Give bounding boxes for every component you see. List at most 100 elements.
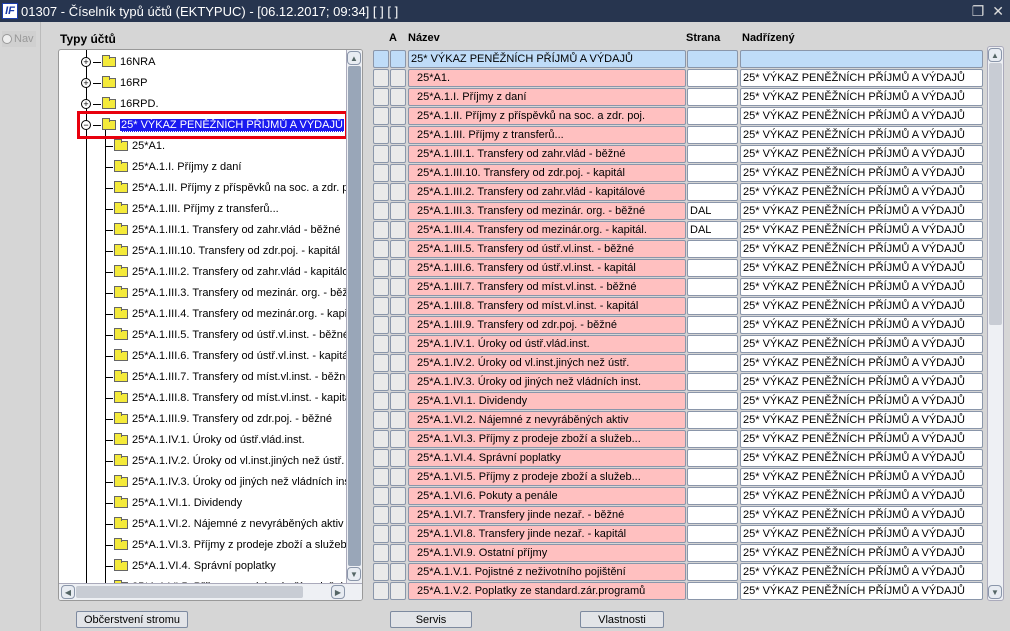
active-checkbox[interactable] [390, 506, 406, 524]
row-selector[interactable] [373, 316, 389, 334]
table-row[interactable]: 25*A.1.VI.3. Příjmy z prodeje zboží a sl… [373, 430, 983, 448]
active-checkbox[interactable] [390, 316, 406, 334]
tree-vertical-scrollbar[interactable]: ▲ ▼ [346, 50, 362, 583]
scroll-thumb[interactable] [989, 63, 1002, 325]
name-cell[interactable]: 25*A.1.I. Příjmy z daní [408, 88, 686, 106]
row-selector[interactable] [373, 107, 389, 125]
parent-cell[interactable]: 25* VÝKAZ PENĚŽNÍCH PŘÍJMŮ A VÝDAJŮ [740, 544, 983, 562]
row-selector[interactable] [373, 525, 389, 543]
tree-node[interactable]: 25*A.1.IV.1. Úroky od ústř.vlád.inst. [105, 430, 305, 450]
parent-cell[interactable]: 25* VÝKAZ PENĚŽNÍCH PŘÍJMŮ A VÝDAJŮ [740, 354, 983, 372]
active-checkbox[interactable] [390, 411, 406, 429]
side-cell[interactable] [687, 392, 738, 410]
name-cell[interactable]: 25*A.1.VI.4. Správní poplatky [408, 449, 686, 467]
expand-icon[interactable]: + [81, 99, 91, 109]
active-checkbox[interactable] [390, 487, 406, 505]
close-icon[interactable]: ✕ [992, 3, 1004, 20]
name-cell[interactable]: 25*A.1.IV.3. Úroky od jiných než vládníc… [408, 373, 686, 391]
tree-node[interactable]: 25*A.1.VI.1. Dividendy [105, 493, 242, 513]
parent-cell[interactable]: 25* VÝKAZ PENĚŽNÍCH PŘÍJMŮ A VÝDAJŮ [740, 449, 983, 467]
active-checkbox[interactable] [390, 468, 406, 486]
parent-cell[interactable]: 25* VÝKAZ PENĚŽNÍCH PŘÍJMŮ A VÝDAJŮ [740, 392, 983, 410]
active-checkbox[interactable] [390, 240, 406, 258]
name-cell[interactable]: 25*A.1.VI.3. Příjmy z prodeje zboží a sl… [408, 430, 686, 448]
parent-cell[interactable]: 25* VÝKAZ PENĚŽNÍCH PŘÍJMŮ A VÝDAJŮ [740, 126, 983, 144]
tree-node[interactable]: 25*A.1.III. Příjmy z transferů... [105, 199, 279, 219]
name-cell[interactable]: 25*A.1.III.4. Transfery od mezinár.org. … [408, 221, 686, 239]
expand-icon[interactable]: + [81, 78, 91, 88]
active-checkbox[interactable] [390, 582, 406, 600]
parent-cell[interactable]: 25* VÝKAZ PENĚŽNÍCH PŘÍJMŮ A VÝDAJŮ [740, 335, 983, 353]
row-selector[interactable] [373, 582, 389, 600]
tree-node[interactable]: +16RP [81, 73, 148, 93]
row-selector[interactable] [373, 202, 389, 220]
parent-cell[interactable]: 25* VÝKAZ PENĚŽNÍCH PŘÍJMŮ A VÝDAJŮ [740, 69, 983, 87]
row-selector[interactable] [373, 506, 389, 524]
name-cell[interactable]: 25* VÝKAZ PENĚŽNÍCH PŘÍJMŮ A VÝDAJŮ [408, 50, 686, 68]
side-cell[interactable] [687, 525, 738, 543]
side-cell[interactable] [687, 88, 738, 106]
name-cell[interactable]: 25*A.1.II. Příjmy z příspěvků na soc. a … [408, 107, 686, 125]
table-row[interactable]: 25*A.1.III.4. Transfery od mezinár.org. … [373, 221, 983, 239]
parent-cell[interactable]: 25* VÝKAZ PENĚŽNÍCH PŘÍJMŮ A VÝDAJŮ [740, 487, 983, 505]
parent-cell[interactable]: 25* VÝKAZ PENĚŽNÍCH PŘÍJMŮ A VÝDAJŮ [740, 582, 983, 600]
scroll-thumb[interactable] [348, 66, 361, 566]
table-row[interactable]: 25*A.1.III.5. Transfery od ústř.vl.inst.… [373, 240, 983, 258]
name-cell[interactable]: 25*A.1.VI.9. Ostatní příjmy [408, 544, 686, 562]
row-selector[interactable] [373, 430, 389, 448]
parent-cell[interactable]: 25* VÝKAZ PENĚŽNÍCH PŘÍJMŮ A VÝDAJŮ [740, 145, 983, 163]
tree-node[interactable]: 25*A.1.III.10. Transfery od zdr.poj. - k… [105, 241, 340, 261]
parent-cell[interactable]: 25* VÝKAZ PENĚŽNÍCH PŘÍJMŮ A VÝDAJŮ [740, 183, 983, 201]
table-row[interactable]: 25*A.1.V.2. Poplatky ze standard.zár.pro… [373, 582, 983, 600]
grid-vertical-scrollbar[interactable]: ▲ ▼ [987, 46, 1004, 601]
name-cell[interactable]: 25*A.1.III.3. Transfery od mezinár. org.… [408, 202, 686, 220]
side-cell[interactable] [687, 145, 738, 163]
restore-icon[interactable]: ❐ [972, 3, 985, 20]
active-checkbox[interactable] [390, 525, 406, 543]
nav-radio[interactable]: Nav [2, 31, 36, 47]
active-checkbox[interactable] [390, 88, 406, 106]
side-cell[interactable] [687, 297, 738, 315]
row-selector[interactable] [373, 278, 389, 296]
table-row[interactable]: 25*A1. 25* VÝKAZ PENĚŽNÍCH PŘÍJMŮ A VÝDAJ… [373, 69, 983, 87]
table-row[interactable]: 25*A.1.IV.1. Úroky od ústř.vlád.inst. 25*… [373, 335, 983, 353]
row-selector[interactable] [373, 335, 389, 353]
name-cell[interactable]: 25*A.1.III. Příjmy z transferů... [408, 126, 686, 144]
row-selector[interactable] [373, 69, 389, 87]
name-cell[interactable]: 25*A.1.VI.1. Dividendy [408, 392, 686, 410]
tree-node[interactable]: 25*A.1.VI.2. Nájemné z nevyráběných akti… [105, 514, 344, 534]
table-row[interactable]: 25*A.1.IV.2. Úroky od vl.inst.jiných než… [373, 354, 983, 372]
tree-node[interactable]: 25*A.1.III.3. Transfery od mezinár. org.… [105, 283, 346, 303]
parent-cell[interactable]: 25* VÝKAZ PENĚŽNÍCH PŘÍJMŮ A VÝDAJŮ [740, 316, 983, 334]
side-cell[interactable] [687, 50, 738, 68]
active-checkbox[interactable] [390, 69, 406, 87]
row-selector[interactable] [373, 164, 389, 182]
active-checkbox[interactable] [390, 392, 406, 410]
active-checkbox[interactable] [390, 221, 406, 239]
active-checkbox[interactable] [390, 563, 406, 581]
parent-cell[interactable]: 25* VÝKAZ PENĚŽNÍCH PŘÍJMŮ A VÝDAJŮ [740, 240, 983, 258]
parent-cell[interactable]: 25* VÝKAZ PENĚŽNÍCH PŘÍJMŮ A VÝDAJŮ [740, 506, 983, 524]
parent-cell[interactable]: 25* VÝKAZ PENĚŽNÍCH PŘÍJMŮ A VÝDAJŮ [740, 411, 983, 429]
parent-cell[interactable]: 25* VÝKAZ PENĚŽNÍCH PŘÍJMŮ A VÝDAJŮ [740, 278, 983, 296]
scroll-down-icon[interactable]: ▼ [347, 567, 361, 581]
name-cell[interactable]: 25*A.1.III.7. Transfery od míst.vl.inst.… [408, 278, 686, 296]
parent-cell[interactable]: 25* VÝKAZ PENĚŽNÍCH PŘÍJMŮ A VÝDAJŮ [740, 430, 983, 448]
table-row[interactable]: 25*A.1.VI.5. Příjmy z prodeje zboží a sl… [373, 468, 983, 486]
active-checkbox[interactable] [390, 449, 406, 467]
side-cell[interactable] [687, 69, 738, 87]
row-selector[interactable] [373, 487, 389, 505]
tree-node[interactable]: 25*A.1.IV.3. Úroky od jiných než vládníc… [105, 472, 346, 492]
table-row[interactable]: 25*A.1.III.2. Transfery od zahr.vlád - k… [373, 183, 983, 201]
side-cell[interactable] [687, 487, 738, 505]
tree-node[interactable]: 25*A.1.III.8. Transfery od míst.vl.inst.… [105, 388, 346, 408]
table-row[interactable]: 25*A.1.III.1. Transfery od zahr.vlád - b… [373, 145, 983, 163]
name-cell[interactable]: 25*A.1.V.1. Pojistné z neživotního pojiš… [408, 563, 686, 581]
table-row[interactable]: 25*A.1.VI.9. Ostatní příjmy 25* VÝKAZ PEN… [373, 544, 983, 562]
parent-cell[interactable]: 25* VÝKAZ PENĚŽNÍCH PŘÍJMŮ A VÝDAJŮ [740, 297, 983, 315]
parent-cell[interactable] [740, 50, 983, 68]
name-cell[interactable]: 25*A.1.III.1. Transfery od zahr.vlád - b… [408, 145, 686, 163]
row-selector[interactable] [373, 449, 389, 467]
side-cell[interactable] [687, 183, 738, 201]
name-cell[interactable]: 25*A.1.VI.5. Příjmy z prodeje zboží a sl… [408, 468, 686, 486]
